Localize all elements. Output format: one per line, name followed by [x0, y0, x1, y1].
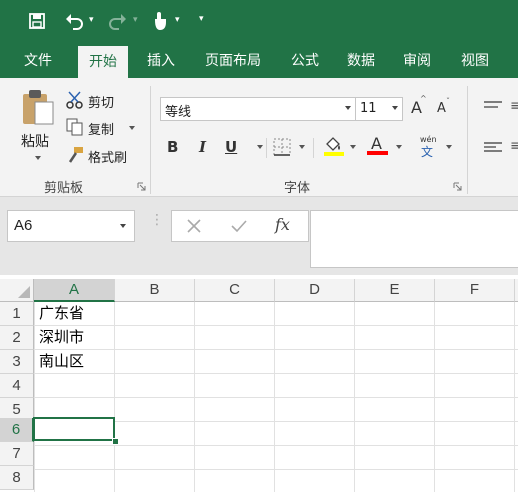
- touch-mode-icon[interactable]: [150, 10, 170, 32]
- cell-a2[interactable]: 深圳市: [34, 326, 115, 349]
- phonetic-dropdown-icon[interactable]: [446, 145, 452, 149]
- font-divider: [266, 138, 267, 158]
- font-name-value: 等线: [165, 105, 192, 120]
- paste-button[interactable]: 粘贴: [18, 88, 58, 160]
- formula-bar-area: A6 ⋮ fx: [0, 197, 518, 275]
- row-header-3[interactable]: 3: [0, 350, 34, 374]
- borders-icon[interactable]: [273, 138, 291, 156]
- redo-icon[interactable]: [106, 10, 130, 32]
- chevron-down-icon: [392, 106, 398, 110]
- tab-file[interactable]: 文件: [14, 44, 62, 78]
- font-divider: [313, 138, 314, 158]
- cancel-icon[interactable]: [186, 218, 202, 234]
- column-header-f[interactable]: F: [435, 279, 515, 302]
- chevron-down-icon: [345, 106, 351, 110]
- cell-a3[interactable]: 南山区: [34, 350, 115, 373]
- ribbon: 粘贴 剪切 复制 格式刷 剪贴板 等线 11 A ^ A ˇ B I U A w…: [0, 78, 518, 197]
- font-name-combo[interactable]: 等线: [160, 97, 356, 121]
- fill-handle[interactable]: [112, 438, 119, 445]
- copy-dropdown-icon[interactable]: [129, 126, 135, 130]
- column-header-c[interactable]: C: [195, 279, 275, 302]
- scissors-icon: [66, 91, 83, 109]
- format-painter-icon: [68, 147, 83, 163]
- name-box[interactable]: A6: [7, 210, 135, 242]
- clipboard-launcher-icon[interactable]: [137, 182, 146, 191]
- paste-dropdown-icon[interactable]: [35, 156, 41, 160]
- save-icon[interactable]: [26, 10, 48, 32]
- wrap-text-icon[interactable]: ≡: [510, 98, 518, 116]
- column-header-d[interactable]: D: [275, 279, 355, 302]
- enter-check-icon[interactable]: [230, 218, 248, 234]
- fill-color-icon[interactable]: [323, 135, 345, 157]
- copy-label: 复制: [88, 123, 115, 138]
- tab-page-layout[interactable]: 页面布局: [194, 44, 272, 78]
- row-header-8[interactable]: 8: [0, 466, 34, 490]
- column-header-b[interactable]: B: [115, 279, 195, 302]
- chevron-down-icon[interactable]: [120, 224, 126, 228]
- tab-data[interactable]: 数据: [338, 44, 384, 78]
- formula-bar-grip-icon: ⋮: [150, 212, 164, 228]
- tab-home[interactable]: 开始: [78, 46, 128, 80]
- insert-function-button[interactable]: fx: [275, 215, 290, 234]
- decrease-font-size-button[interactable]: A: [437, 101, 446, 116]
- row-header-2[interactable]: 2: [0, 326, 34, 350]
- paste-label: 粘贴: [21, 134, 49, 150]
- font-size-value: 11: [360, 101, 377, 116]
- phonetic-wen-character: 文: [421, 145, 434, 159]
- select-all-button[interactable]: [0, 279, 34, 302]
- borders-dropdown-icon[interactable]: [299, 145, 305, 149]
- column-header-a[interactable]: A: [34, 279, 115, 302]
- tab-review[interactable]: 审阅: [394, 44, 440, 78]
- tab-formulas[interactable]: 公式: [282, 44, 328, 78]
- tab-insert[interactable]: 插入: [138, 44, 184, 78]
- bold-button[interactable]: B: [167, 138, 178, 156]
- font-launcher-icon[interactable]: [453, 182, 462, 191]
- format-painter-button[interactable]: 格式刷: [66, 146, 138, 166]
- font-size-combo[interactable]: 11: [355, 97, 403, 121]
- underline-button[interactable]: U: [225, 138, 237, 156]
- select-all-icon: [18, 286, 30, 298]
- row-header-6[interactable]: 6: [0, 418, 34, 442]
- clipboard-group-label: 剪贴板: [44, 181, 84, 196]
- selected-cell-a6[interactable]: [33, 417, 115, 441]
- row-header-4[interactable]: 4: [0, 374, 34, 398]
- merge-center-icon[interactable]: ≡: [510, 138, 518, 156]
- font-color-button[interactable]: A: [367, 134, 389, 156]
- underline-dropdown-icon[interactable]: [257, 145, 263, 149]
- undo-dropdown-icon[interactable]: ▾: [89, 15, 94, 25]
- row-header-7[interactable]: 7: [0, 442, 34, 466]
- copy-icon: [66, 118, 83, 136]
- group-divider: [467, 86, 468, 194]
- font-color-swatch: [367, 151, 388, 155]
- fill-color-dropdown-icon[interactable]: [350, 145, 356, 149]
- shrink-caret-icon: ˇ: [446, 97, 450, 106]
- formula-buttons: fx: [171, 210, 309, 242]
- name-box-value: A6: [14, 217, 33, 234]
- quick-access-toolbar: ▾ ▾ ▾ ▾: [0, 0, 518, 44]
- cell-a1[interactable]: 广东省: [34, 302, 115, 325]
- format-painter-label: 格式刷: [88, 151, 128, 166]
- paste-icon: [23, 90, 54, 125]
- font-group-label: 字体: [284, 181, 311, 196]
- tab-view[interactable]: 视图: [452, 44, 498, 78]
- touch-mode-dropdown-icon[interactable]: ▾: [175, 15, 180, 25]
- ribbon-tabs: 文件 开始 插入 页面布局 公式 数据 审阅 视图: [0, 44, 518, 80]
- cut-button[interactable]: 剪切: [66, 91, 128, 111]
- redo-dropdown-icon[interactable]: ▾: [133, 15, 138, 25]
- grow-caret-icon: ^: [420, 94, 427, 103]
- undo-icon[interactable]: [62, 10, 86, 32]
- formula-input[interactable]: [310, 210, 518, 268]
- align-top-icon[interactable]: [484, 100, 504, 114]
- phonetic-guide-button[interactable]: wén 文: [417, 135, 439, 159]
- copy-button[interactable]: 复制: [66, 118, 138, 138]
- italic-button[interactable]: I: [199, 138, 206, 156]
- font-color-dropdown-icon[interactable]: [396, 145, 402, 149]
- row-header-1[interactable]: 1: [0, 302, 34, 326]
- cut-label: 剪切: [88, 96, 115, 111]
- group-divider: [150, 86, 151, 194]
- customize-icon[interactable]: ▾: [199, 14, 204, 24]
- column-header-e[interactable]: E: [355, 279, 435, 302]
- align-left-icon[interactable]: [484, 141, 504, 155]
